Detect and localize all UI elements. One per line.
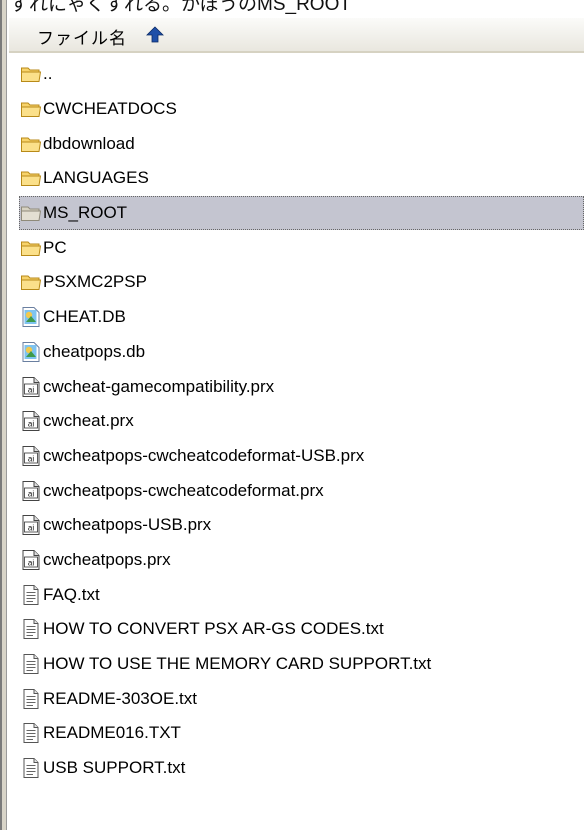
file-name: ..: [43, 64, 53, 84]
file-name: HOW TO CONVERT PSX AR-GS CODES.txt: [43, 619, 384, 639]
sort-ascending-arrow-icon[interactable]: [145, 25, 165, 45]
file-item[interactable]: ai cwcheat.prx: [20, 404, 584, 439]
svg-text:ai: ai: [28, 420, 34, 429]
folder-item[interactable]: LANGUAGES: [20, 161, 584, 196]
svg-text:ai: ai: [28, 524, 34, 533]
clipped-top-label: ずれにゃくすれる。かぼうのMS_ROOT: [10, 0, 351, 15]
file-name: dbdownload: [43, 133, 135, 153]
folder-item[interactable]: ..: [20, 57, 584, 92]
file-item[interactable]: cheatpops.db: [20, 335, 584, 370]
file-name: CWCHEATDOCS: [43, 99, 177, 119]
prx-file-icon: ai: [20, 480, 42, 502]
database-file-icon: [20, 306, 42, 328]
window-left-border: [0, 0, 9, 830]
column-header-name[interactable]: ファイル名: [9, 18, 584, 53]
file-name: LANGUAGES: [43, 168, 149, 188]
prx-file-icon: ai: [20, 445, 42, 467]
folder-item[interactable]: dbdownload: [20, 126, 584, 161]
file-item[interactable]: USB SUPPORT.txt: [20, 751, 584, 786]
file-name: cheatpops.db: [43, 341, 146, 361]
text-file-icon: [20, 688, 42, 710]
file-name: cwcheatpops-USB.prx: [43, 515, 212, 535]
file-item[interactable]: CHEAT.DB: [20, 300, 584, 335]
file-name: USB SUPPORT.txt: [43, 758, 186, 778]
database-file-icon: [20, 341, 42, 363]
file-item[interactable]: README016.TXT: [20, 716, 584, 751]
file-name: HOW TO USE THE MEMORY CARD SUPPORT.txt: [43, 654, 432, 674]
prx-file-icon: ai: [20, 410, 42, 432]
prx-file-icon: ai: [20, 549, 42, 571]
file-name: cwcheatpops-cwcheatcodeformat-USB.prx: [43, 445, 365, 465]
clipped-top-text: ずれにゃくすれる。かぼうのMS_ROOT: [0, 0, 584, 18]
text-file-icon: [20, 584, 42, 606]
folder-icon: [20, 63, 42, 85]
folder-item[interactable]: CWCHEATDOCS: [20, 92, 584, 127]
svg-text:ai: ai: [28, 385, 34, 394]
text-file-icon: [20, 653, 42, 675]
folder-item[interactable]: PSXMC2PSP: [20, 265, 584, 300]
file-item[interactable]: README-303OE.txt: [20, 681, 584, 716]
svg-text:ai: ai: [28, 454, 34, 463]
text-file-icon: [20, 757, 42, 779]
file-item[interactable]: ai cwcheatpops-cwcheatcodeformat-USB.prx: [20, 439, 584, 474]
file-list[interactable]: .. CWCHEATDOCS dbdownload LANGUAGES MS_ROOT P…: [19, 57, 584, 786]
folder-item[interactable]: PC: [20, 230, 584, 265]
svg-text:ai: ai: [28, 558, 34, 567]
file-name: cwcheat.prx: [43, 411, 134, 431]
column-header-label: ファイル名: [37, 29, 127, 48]
folder-icon: [20, 202, 42, 224]
folder-item[interactable]: MS_ROOT: [19, 195, 584, 231]
file-name: PSXMC2PSP: [43, 272, 147, 292]
folder-icon: [20, 167, 42, 189]
file-item[interactable]: ai cwcheatpops.prx: [20, 543, 584, 578]
text-file-icon: [20, 722, 42, 744]
file-item[interactable]: ai cwcheatpops-cwcheatcodeformat.prx: [20, 473, 584, 508]
folder-icon: [20, 98, 42, 120]
file-name: cwcheatpops.prx: [43, 549, 171, 569]
folder-icon: [20, 271, 42, 293]
file-name: cwcheatpops-cwcheatcodeformat.prx: [43, 480, 324, 500]
file-item[interactable]: FAQ.txt: [20, 577, 584, 612]
folder-icon: [20, 237, 42, 259]
file-name: CHEAT.DB: [43, 307, 126, 327]
file-item[interactable]: HOW TO CONVERT PSX AR-GS CODES.txt: [20, 612, 584, 647]
file-name: FAQ.txt: [43, 584, 100, 604]
file-name: MS_ROOT: [43, 203, 128, 223]
file-item[interactable]: ai cwcheatpops-USB.prx: [20, 508, 584, 543]
file-name: README-303OE.txt: [43, 688, 197, 708]
folder-icon: [20, 133, 42, 155]
file-name: cwcheat-gamecompatibility.prx: [43, 376, 275, 396]
prx-file-icon: ai: [20, 514, 42, 536]
text-file-icon: [20, 618, 42, 640]
prx-file-icon: ai: [20, 376, 42, 398]
svg-text:ai: ai: [28, 489, 34, 498]
file-name: PC: [43, 237, 67, 257]
file-item[interactable]: HOW TO USE THE MEMORY CARD SUPPORT.txt: [20, 647, 584, 682]
file-item[interactable]: ai cwcheat-gamecompatibility.prx: [20, 369, 584, 404]
file-name: README016.TXT: [43, 723, 181, 743]
